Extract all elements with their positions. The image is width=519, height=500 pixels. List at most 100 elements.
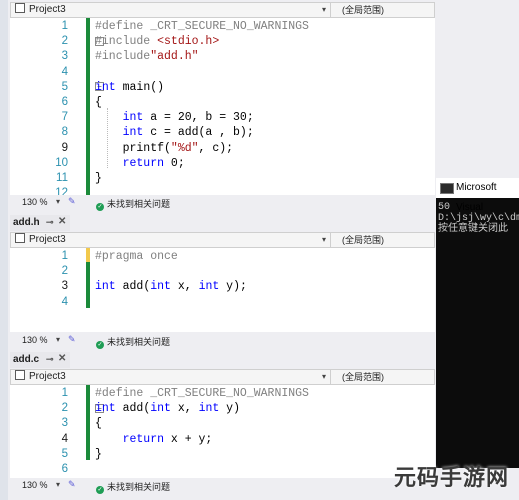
code-token: int (150, 402, 171, 416)
changed-lines-bar (86, 18, 90, 62)
project-dropdown[interactable]: Project3 ▾ (11, 370, 331, 384)
code-token: , c); (198, 141, 234, 155)
middle-navigation-bar: Project3 ▾ (全局范围) (10, 232, 435, 248)
line-number: 3 (61, 280, 68, 293)
console-title-bar[interactable]: Microsoft Visual (436, 178, 519, 213)
close-icon[interactable]: ✕ (58, 353, 66, 364)
zoom-level[interactable]: 130 % (22, 480, 48, 490)
code-token: add( (115, 280, 151, 294)
line-number: 6 (61, 96, 68, 108)
brush-icon[interactable]: ✎ (68, 479, 76, 490)
issues-status[interactable]: ✓ 未找到相关问题 (96, 197, 170, 211)
code-token: #include (95, 50, 151, 64)
code-line[interactable]: { (95, 95, 102, 110)
code-token: _CRT_SECURE_NO_WARNINGS (150, 387, 309, 400)
chevron-down-icon[interactable]: ▾ (56, 480, 60, 489)
project-dropdown[interactable]: Project3 ▾ (11, 233, 331, 247)
line-number: 8 (61, 126, 68, 139)
code-token: <stdio.h> (157, 35, 220, 49)
code-token: #define (95, 20, 151, 33)
console-window[interactable]: Microsoft Visual 50 D:\jsj\wy\c\dm 按任意键关闭此 (436, 178, 519, 468)
code-line[interactable]: } (95, 447, 102, 462)
pin-icon[interactable]: ⊸ (46, 354, 54, 365)
brush-icon[interactable]: ✎ (68, 334, 76, 345)
code-token: #pragma once (95, 250, 178, 263)
bottom-status-bar: 130 % ▾ ✎ ✓ 未找到相关问题 (10, 479, 435, 494)
scope-label: (全局范围) (342, 372, 384, 382)
code-token: _CRT_SECURE_NO_WARNINGS (150, 20, 309, 33)
scope-dropdown[interactable]: (全局范围) (342, 3, 434, 17)
top-navigation-bar: Project3 ▾ (全局范围) (10, 2, 435, 18)
code-token: int (95, 80, 116, 94)
chevron-down-icon[interactable]: ▾ (56, 197, 60, 206)
code-token: int (198, 402, 220, 416)
code-line[interactable]: int add(int x, int y) (95, 401, 240, 416)
brush-icon[interactable]: ✎ (68, 196, 76, 207)
changed-lines-bar (86, 262, 90, 308)
project-dropdown[interactable]: Project3 ▾ (11, 3, 331, 17)
code-token: #include (95, 35, 158, 49)
line-number: 5 (61, 80, 68, 93)
bottom-navigation-bar: Project3 ▾ (全局范围) (10, 369, 435, 385)
editor-add-h[interactable]: 1234 #pragma once int add(int x, int y); (10, 248, 435, 332)
line-number: 9 (61, 141, 68, 154)
code-token: } (95, 447, 102, 461)
code-token: y) (219, 402, 240, 416)
code-line[interactable]: return 0; (95, 156, 185, 171)
console-app-icon (440, 183, 454, 194)
chevron-down-icon[interactable]: ▾ (322, 233, 326, 247)
scope-label: (全局范围) (342, 235, 384, 245)
code-token: #define (95, 387, 151, 400)
check-circle-icon: ✓ (96, 486, 104, 494)
chevron-down-icon[interactable]: ▾ (322, 370, 326, 384)
changed-lines-bar (86, 385, 90, 460)
code-line[interactable]: #include"add.h" (95, 49, 199, 64)
tab-label: add.h (13, 217, 40, 228)
code-line[interactable]: int c = add(a , b); (95, 125, 254, 140)
line-number: 5 (61, 447, 68, 460)
code-token: int (95, 111, 144, 125)
middle-status-bar: 130 % ▾ ✎ ✓ 未找到相关问题 (10, 334, 435, 349)
scope-dropdown[interactable]: (全局范围) (342, 370, 434, 384)
tab-add-c[interactable]: add.c ⊸ ✕ (10, 352, 70, 368)
code-line[interactable]: int add(int x, int y); (95, 279, 247, 294)
code-line[interactable]: int main() (95, 80, 164, 95)
line-number: 3 (61, 50, 68, 63)
changed-lines-bar (86, 62, 90, 195)
chevron-down-icon[interactable]: ▾ (56, 335, 60, 344)
code-token: x, (170, 402, 199, 416)
chevron-down-icon[interactable]: ▾ (322, 3, 326, 17)
code-line[interactable]: return x + y; (95, 432, 213, 447)
code-token: x + y; (164, 432, 213, 446)
editor-add-c[interactable]: 123456 − #define _CRT_SECURE_NO_WARNINGS… (10, 385, 435, 478)
scope-dropdown[interactable]: (全局范围) (342, 233, 434, 247)
project-label: Project3 (29, 371, 66, 382)
code-line[interactable]: #define _CRT_SECURE_NO_WARNINGS (95, 19, 309, 34)
line-number: 3 (61, 417, 68, 430)
line-number: 1 (61, 387, 68, 399)
close-icon[interactable]: ✕ (58, 216, 66, 227)
code-line[interactable]: } (95, 171, 102, 186)
console-line: 按任意键关闭此 (438, 224, 508, 235)
zoom-level[interactable]: 130 % (22, 197, 48, 207)
code-line[interactable]: #pragma once (95, 249, 178, 264)
editor-main-c[interactable]: 1 2 3 4 5 6 7 8 9 10 11 12 − − #define _CRT_SECURE_… (10, 18, 435, 195)
console-output: 50 D:\jsj\wy\c\dm 按任意键关闭此 (438, 202, 519, 235)
issues-status[interactable]: ✓ 未找到相关问题 (96, 335, 170, 349)
tab-add-h[interactable]: add.h ⊸ ✕ (10, 215, 70, 231)
code-token: int (198, 280, 220, 294)
code-line[interactable]: int a = 20, b = 30; (95, 110, 254, 125)
zoom-level[interactable]: 130 % (22, 335, 48, 345)
line-number: 7 (61, 111, 68, 124)
check-circle-icon: ✓ (96, 203, 104, 211)
pin-icon[interactable]: ⊸ (46, 217, 54, 228)
line-number-gutter: 1 2 3 4 (10, 248, 70, 332)
code-line[interactable]: { (95, 416, 102, 431)
issues-status[interactable]: ✓ 未找到相关问题 (96, 480, 170, 494)
code-line[interactable]: printf("%d", c); (95, 141, 233, 156)
code-line[interactable]: #include <stdio.h> (95, 34, 219, 49)
code-token: { (95, 96, 102, 109)
code-line[interactable]: #define _CRT_SECURE_NO_WARNINGS (95, 386, 309, 401)
line-number: 2 (61, 402, 68, 415)
code-token: int (150, 280, 171, 294)
